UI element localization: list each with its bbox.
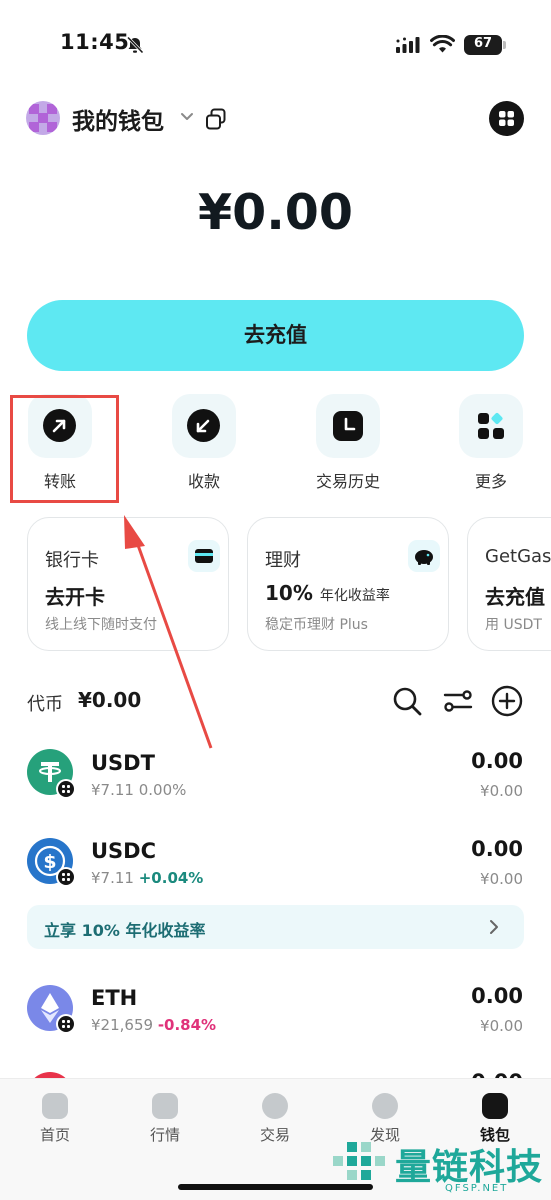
tab-label: 首页 [39,1126,70,1144]
watermark-logo-icon [333,1142,385,1180]
trend-icon [152,1093,178,1119]
annotation-arrow [124,515,213,749]
tab-market[interactable]: 行情 [110,1093,220,1145]
home-icon [42,1093,68,1119]
tab-label: 行情 [149,1126,180,1144]
tab-label: 交易 [259,1126,290,1144]
swap-icon [262,1093,288,1119]
tab-trade[interactable]: 交易 [220,1093,330,1145]
compass-icon [372,1093,398,1119]
tab-home[interactable]: 首页 [0,1093,110,1145]
wallet-icon [482,1093,508,1119]
watermark-sub: QFSP.NET [445,1183,509,1194]
